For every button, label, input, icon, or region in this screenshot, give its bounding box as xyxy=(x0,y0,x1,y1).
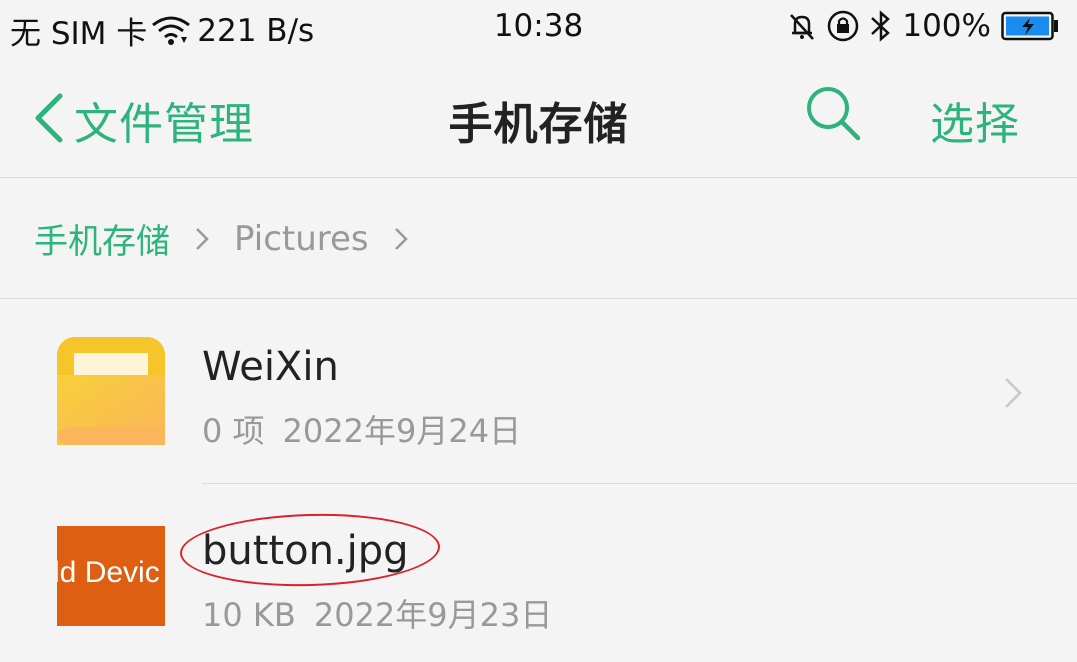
back-button[interactable]: 文件管理 xyxy=(32,88,254,152)
breadcrumb-item-pictures[interactable]: Pictures xyxy=(234,219,369,259)
battery-percent: 100% xyxy=(902,8,991,44)
file-info: 0 项 xyxy=(202,412,265,450)
chevron-right-icon xyxy=(194,225,210,253)
file-meta: 10 KB 2022年9月23日 xyxy=(202,590,552,636)
list-item-folder[interactable]: WeiXin 0 项 2022年9月24日 xyxy=(0,300,1077,483)
list-item-file[interactable]: dd Devic button.jpg 10 KB 2022年9月23日 xyxy=(0,484,1077,662)
chevron-right-icon xyxy=(1002,376,1024,414)
status-right: 100% xyxy=(786,8,1059,44)
back-label: 文件管理 xyxy=(74,99,254,150)
breadcrumb: 手机存储 Pictures xyxy=(0,179,1077,299)
file-meta: 0 项 2022年9月24日 xyxy=(202,406,521,452)
image-thumbnail: dd Devic xyxy=(57,526,165,626)
file-date: 2022年9月24日 xyxy=(282,412,522,450)
status-bar: 无 SIM 卡 221 B/s 10:38 100% xyxy=(0,0,1077,52)
bell-muted-icon xyxy=(786,10,818,42)
rotation-lock-icon xyxy=(826,9,860,43)
select-button[interactable]: 选择 xyxy=(930,88,1020,152)
header-bar: 文件管理 手机存储 选择 xyxy=(0,52,1077,178)
chevron-right-icon xyxy=(393,225,409,253)
file-date: 2022年9月23日 xyxy=(313,596,553,634)
search-button[interactable] xyxy=(804,84,862,146)
chevron-left-icon xyxy=(32,92,66,148)
file-name: WeiXin xyxy=(202,344,339,390)
battery-icon xyxy=(1001,11,1059,41)
bluetooth-icon xyxy=(868,9,894,43)
breadcrumb-root[interactable]: 手机存储 xyxy=(34,214,170,263)
thumbnail-text: dd Devic xyxy=(57,556,160,589)
search-icon xyxy=(804,87,862,146)
file-name: button.jpg xyxy=(202,528,409,574)
folder-icon xyxy=(57,337,165,445)
file-info: 10 KB xyxy=(202,596,296,634)
